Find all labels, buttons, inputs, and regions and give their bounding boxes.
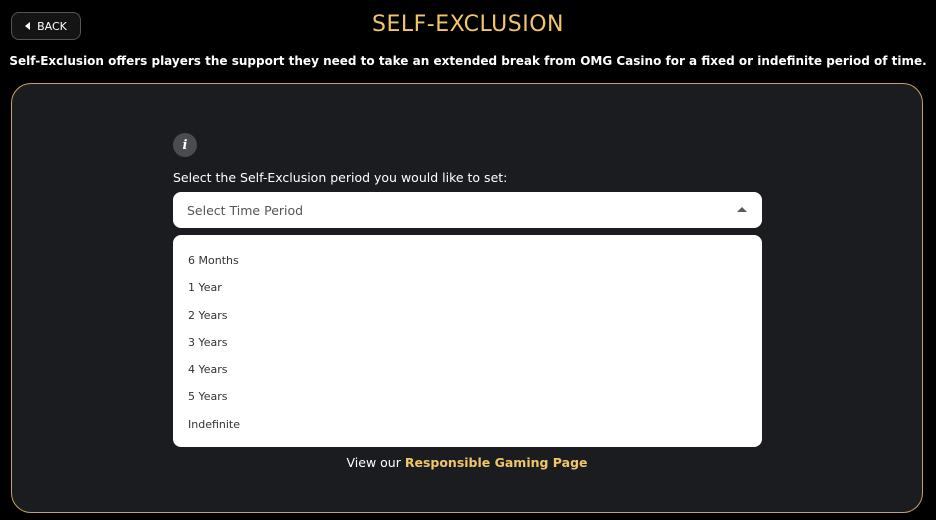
period-select-label: Select the Self-Exclusion period you wou… — [173, 170, 508, 185]
option-5-years[interactable]: 5 Years — [173, 383, 762, 410]
option-indefinite[interactable]: Indefinite — [173, 411, 762, 438]
option-2-years[interactable]: 2 Years — [173, 302, 762, 329]
responsible-gaming-link[interactable]: Responsible Gaming Page — [405, 455, 588, 470]
period-dropdown-menu: 6 Months 1 Year 2 Years 3 Years 4 Years … — [173, 235, 762, 447]
option-6-months[interactable]: 6 Months — [173, 247, 762, 274]
responsible-gaming-footer: View our Responsible Gaming Page — [12, 455, 922, 470]
option-1-year[interactable]: 1 Year — [173, 274, 762, 301]
chevron-up-icon — [737, 207, 747, 212]
footer-prefix: View our — [346, 455, 401, 470]
info-icon[interactable]: i — [173, 133, 197, 157]
page-subtitle: Self-Exclusion offers players the suppor… — [9, 54, 927, 68]
option-4-years[interactable]: 4 Years — [173, 356, 762, 383]
page-title: SELF-EXCLUSION — [372, 12, 564, 37]
option-3-years[interactable]: 3 Years — [173, 329, 762, 356]
period-select[interactable]: Select Time Period — [173, 192, 762, 228]
self-exclusion-panel: i Select the Self-Exclusion period you w… — [11, 83, 923, 513]
period-select-placeholder: Select Time Period — [187, 202, 304, 218]
